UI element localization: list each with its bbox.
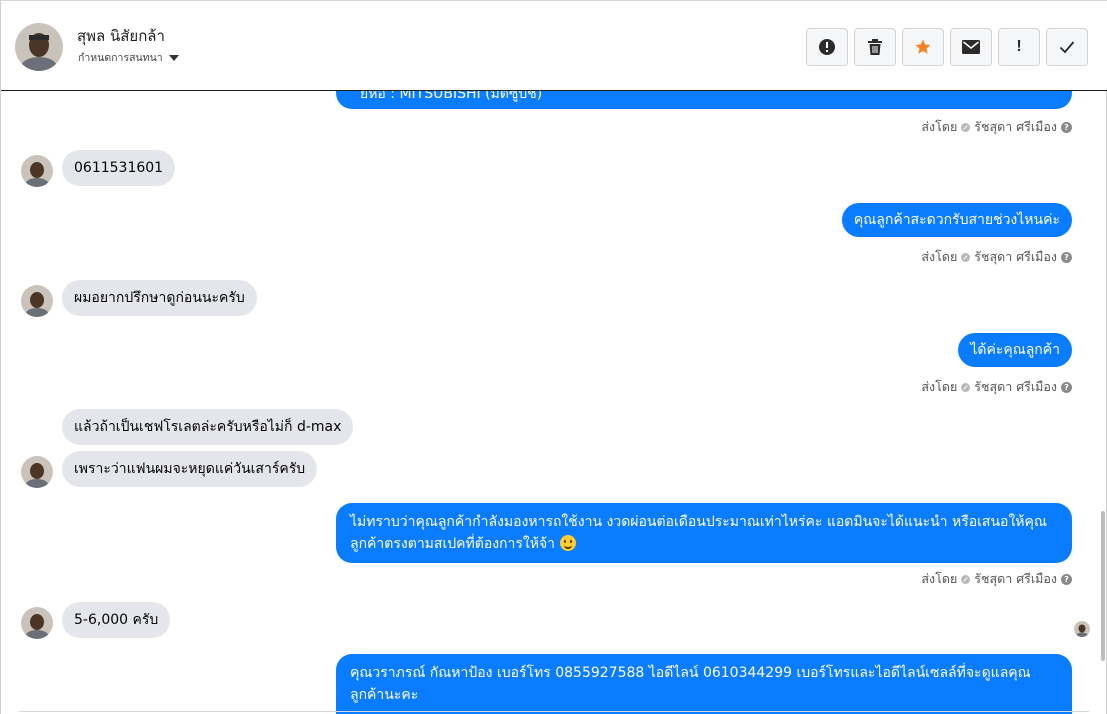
message-text: ไม่ทราบว่าคุณลูกค้ากำลังมองหารถใช้งาน งว… xyxy=(350,514,1047,552)
help-icon[interactable]: ? xyxy=(1061,121,1072,133)
incoming-message[interactable]: ผมอยากปรึกษาดูก่อนนะครับ xyxy=(62,280,257,316)
sent-by-meta: ส่งโดย รัชสุดา ศรีเมือง ? xyxy=(921,117,1072,137)
check-icon xyxy=(1059,41,1075,54)
trash-icon xyxy=(868,39,882,55)
outgoing-message[interactable]: ไม่ทราบว่าคุณลูกค้ากำลังมองหารถใช้งาน งว… xyxy=(336,503,1072,563)
sent-by-agent: รัชสุดา ศรีเมือง xyxy=(974,249,1057,264)
outgoing-message[interactable]: คุณลูกค้าสะดวกรับสายช่วงไหนค่ะ xyxy=(841,203,1072,237)
incoming-message[interactable]: เพราะว่าแฟนผมจะหยุดแค่วันเสาร์ครับ xyxy=(62,451,318,487)
contact-avatar[interactable] xyxy=(15,23,63,71)
sent-by-agent: รัชสุดา ศรีเมือง xyxy=(974,571,1057,586)
help-icon[interactable]: ? xyxy=(1061,381,1072,393)
delete-button[interactable] xyxy=(854,28,896,66)
alert-circle-icon xyxy=(819,39,835,55)
star-button[interactable] xyxy=(902,28,944,66)
sent-by-agent: รัชสุดา ศรีเมือง xyxy=(974,379,1057,394)
sent-by-meta: ส่งโดย รัชสุดา ศรีเมือง ? xyxy=(921,569,1072,589)
envelope-icon xyxy=(962,40,980,54)
sent-by-meta: ส่งโดย รัชสุดา ศรีเมือง ? xyxy=(921,377,1072,397)
agent-status-icon xyxy=(961,252,971,262)
sent-by-prefix: ส่งโดย xyxy=(921,379,958,394)
mark-done-button[interactable] xyxy=(1046,28,1088,66)
message-list[interactable]: ยี่ห้อ : MITSUBISHI (มิตซูบิชิ) ส่งโดย ร… xyxy=(1,91,1107,714)
conversation-window: สุพล นิสัยกล้า กำหนดการสนทนา ! ยี่ห้อ: … xyxy=(0,0,1107,714)
conversation-schedule-dropdown[interactable]: กำหนดการสนทนา xyxy=(78,49,179,66)
message-text: คุณลูกค้าสะดวกรับสายช่วงไหนค่ะ xyxy=(853,212,1060,228)
report-spam-button[interactable] xyxy=(806,28,848,66)
help-icon[interactable]: ? xyxy=(1061,573,1072,585)
conversation-schedule-label: กำหนดการสนทนา xyxy=(78,52,163,64)
agent-status-icon xyxy=(961,382,971,392)
sent-by-prefix: ส่งโดย xyxy=(921,249,958,264)
message-text: ยี่ห้อ : MITSUBISHI (มิตซูบิชิ) xyxy=(360,91,543,102)
sent-by-prefix: ส่งโดย xyxy=(921,571,958,586)
message-text: ได้ค่ะคุณลูกค้า xyxy=(970,342,1060,358)
smiley-emoji-icon xyxy=(559,535,576,551)
message-text: เพราะว่าแฟนผมจะหยุดแค่วันเสาร์ครับ xyxy=(74,461,306,477)
message-list-scrollbar[interactable] xyxy=(1101,91,1105,711)
message-text: 0611531601 xyxy=(74,160,164,176)
incoming-message[interactable]: 5-6,000 ครับ xyxy=(62,602,171,638)
outgoing-message[interactable]: คุณวราภรณ์ กัณหาป้อง เบอร์โทร 0855927588… xyxy=(336,654,1072,714)
incoming-message[interactable]: 0611531601 xyxy=(62,150,176,186)
mark-unread-button[interactable] xyxy=(950,28,992,66)
sent-by-agent: รัชสุดา ศรีเมือง xyxy=(974,119,1057,134)
sent-by-meta: ส่งโดย รัชสุดา ศรีเมือง ? xyxy=(921,247,1072,267)
sender-avatar xyxy=(21,456,53,488)
help-icon[interactable]: ? xyxy=(1061,251,1072,263)
sender-avatar xyxy=(21,607,53,639)
scrollbar-thumb[interactable] xyxy=(1101,511,1105,661)
star-icon xyxy=(915,39,931,54)
contact-name: สุพล นิสัยกล้า xyxy=(77,27,165,45)
incoming-message[interactable]: แล้วถ้าเป็นเชฟโรเลตล่ะครับหรือไม่ก็ d-ma… xyxy=(62,409,354,445)
sent-by-prefix: ส่งโดย xyxy=(921,119,958,134)
sender-avatar xyxy=(21,155,53,187)
seen-by-avatar xyxy=(1074,621,1090,637)
message-text: ผมอยากปรึกษาดูก่อนนะครับ xyxy=(74,290,245,306)
important-button[interactable]: ! xyxy=(998,28,1040,66)
agent-status-icon xyxy=(961,122,971,132)
message-text: คุณวราภรณ์ กัณหาป้อง เบอร์โทร 0855927588… xyxy=(350,665,1031,703)
exclamation-icon: ! xyxy=(1016,38,1022,55)
conversation-toolbar: ! xyxy=(806,28,1088,66)
conversation-header: สุพล นิสัยกล้า กำหนดการสนทนา ! xyxy=(1,0,1107,91)
message-text: 5-6,000 ครับ xyxy=(74,612,159,628)
message-text: แล้วถ้าเป็นเชฟโรเลตล่ะครับหรือไม่ก็ d-ma… xyxy=(74,419,342,435)
outgoing-message[interactable]: ยี่ห้อ : MITSUBISHI (มิตซูบิชิ) xyxy=(336,91,1072,109)
outgoing-message[interactable]: ได้ค่ะคุณลูกค้า xyxy=(958,333,1072,367)
caret-down-icon xyxy=(168,54,179,61)
sender-avatar xyxy=(21,285,53,317)
agent-status-icon xyxy=(961,574,971,584)
